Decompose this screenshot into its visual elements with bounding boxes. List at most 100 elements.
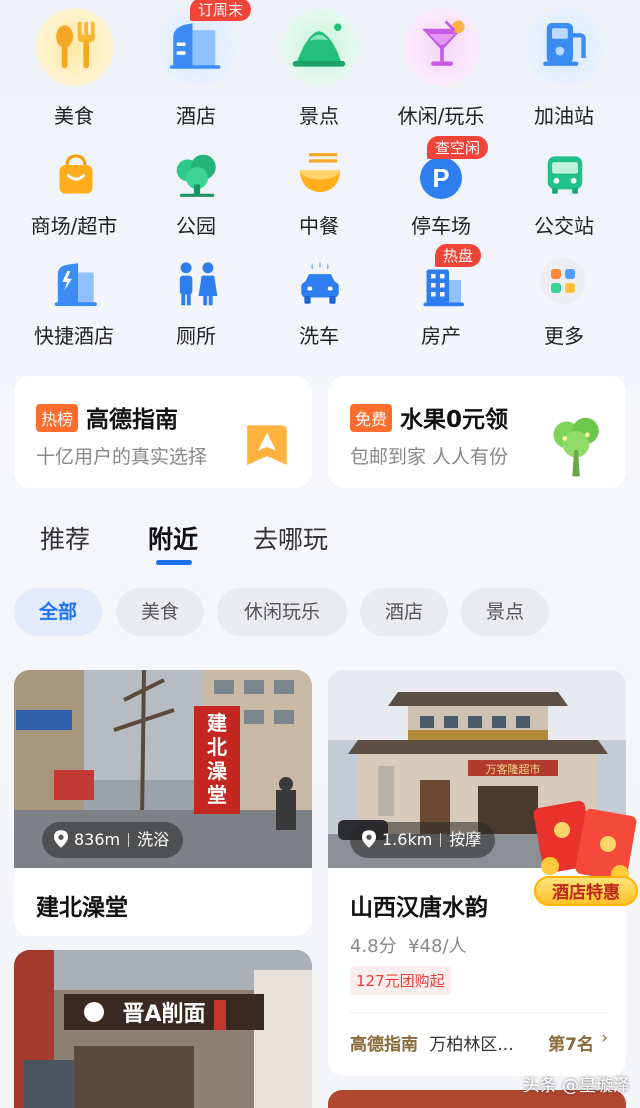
rank-row[interactable]: 高德指南 万柏林区... 第7名 › — [350, 1028, 608, 1055]
rank-brand: 高德指南 — [350, 1035, 418, 1055]
poi-card-jianbei-bathhouse[interactable]: 建 北 澡 堂 836m 洗浴 建北澡堂 — [14, 670, 312, 936]
shortcut-mall[interactable]: 商场/超市 — [10, 140, 138, 250]
shortcut-label: 洗车 — [299, 324, 339, 348]
budget-hotel-icon — [54, 263, 97, 307]
shortcut-car-wash[interactable]: 洗车 — [255, 250, 383, 360]
promo-subtitle: 包邮到家 人人有份 — [350, 446, 509, 468]
scenic-icon — [292, 23, 346, 67]
watermark: 头条 @皇璇泽 — [522, 1076, 630, 1096]
shortcut-label: 公交站 — [534, 214, 594, 238]
active-tab-indicator — [156, 560, 192, 565]
shortcut-budget-hotel[interactable]: 快捷酒店 — [10, 250, 138, 360]
shortcut-label: 加油站 — [534, 104, 594, 128]
gas-station-icon — [543, 23, 586, 66]
shortcut-label: 中餐 — [299, 214, 339, 238]
shopping-bag-icon — [59, 154, 93, 194]
promo-title: 高德指南 — [86, 407, 178, 433]
store-sign-text: 万客隆超市 — [486, 762, 541, 776]
shortcut-scenic[interactable]: 景点 — [255, 0, 383, 128]
promo-card-amap-guide[interactable]: 热榜 高德指南 十亿用户的真实选择 — [14, 376, 312, 488]
more-grid-icon — [540, 258, 586, 304]
shortcut-parking[interactable]: P 查空闲 停车场 — [377, 136, 505, 250]
promo-subtitle: 十亿用户的真实选择 — [36, 446, 208, 468]
shortcut-leisure[interactable]: 休闲/玩乐 — [377, 0, 505, 128]
promo-title: 水果0元领 — [400, 407, 509, 433]
chip-leisure[interactable]: 休闲玩乐 — [217, 588, 347, 636]
distance-value: 1.6km — [382, 830, 433, 849]
chevron-right-icon: › — [601, 1028, 608, 1048]
tab-recommended[interactable]: 推荐 — [40, 520, 90, 556]
restroom-icon — [179, 262, 218, 306]
group-deal-tag: 127元团购起 — [350, 966, 451, 995]
shortcut-label: 美食 — [54, 104, 94, 128]
rank-list-name: 万柏林区... — [429, 1035, 514, 1055]
shortcut-gas-station[interactable]: 加油站 — [500, 0, 628, 128]
shortcut-real-estate[interactable]: 热盘 房产 — [377, 244, 505, 360]
car-wash-icon — [301, 261, 339, 304]
free-badge: 免费 — [350, 404, 393, 432]
shortcut-label: 景点 — [299, 104, 339, 128]
fruit-tree-icon — [553, 417, 599, 477]
location-pin-icon — [362, 830, 376, 848]
distance-pill: 1.6km 按摩 — [350, 822, 496, 858]
shortcut-more[interactable]: 更多 — [500, 250, 628, 360]
chip-hotel[interactable]: 酒店 — [360, 588, 448, 636]
tree-icon — [176, 154, 216, 197]
amap-guide-icon — [247, 425, 287, 465]
poi-name: 山西汉唐水韵 — [350, 895, 488, 921]
tab-where-to-go[interactable]: 去哪玩 — [253, 520, 328, 556]
shortcut-label: 休闲/玩乐 — [397, 104, 485, 128]
category-value: 洗浴 — [137, 830, 170, 849]
promo-tag: 热盘 — [435, 244, 482, 267]
poi-card-noodle-shop[interactable]: 晋A削面 — [14, 950, 312, 1108]
food-icon — [56, 21, 95, 69]
bus-icon — [547, 156, 583, 194]
distance-value: 836m — [74, 830, 121, 849]
location-pin-icon — [54, 830, 68, 848]
hotel-deal-floating-badge[interactable]: 酒店特惠 — [532, 800, 640, 910]
shortcut-food[interactable]: 美食 — [10, 0, 138, 128]
shortcut-label: 厕所 — [176, 324, 216, 348]
rank-position: 第7名 — [548, 1035, 594, 1055]
hot-list-badge: 热榜 — [36, 404, 79, 432]
shortcut-restroom[interactable]: 厕所 — [132, 250, 260, 360]
shortcut-label: 停车场 — [411, 214, 471, 238]
building-icon — [423, 269, 464, 307]
chip-all[interactable]: 全部 — [14, 588, 102, 636]
quick-access-grid: 美食 订周末 酒店 景点 休闲/玩乐 加油站 商场/超市 公园 中餐 P 查空闲… — [0, 0, 640, 360]
shortcut-label: 公园 — [176, 214, 216, 238]
parking-icon: P — [420, 157, 462, 199]
shortcut-label: 更多 — [544, 324, 584, 348]
shortcut-park[interactable]: 公园 — [132, 140, 260, 250]
shortcut-label: 房产 — [421, 324, 461, 348]
hotel-icon — [169, 23, 221, 69]
promo-card-free-fruit[interactable]: 免费 水果0元领 包邮到家 人人有份 — [328, 376, 626, 488]
svg-text:北: 北 — [207, 735, 227, 759]
chip-scenic[interactable]: 景点 — [461, 588, 549, 636]
rating-value: 4.8分 — [350, 936, 397, 957]
noodle-bowl-icon — [299, 153, 341, 193]
shortcut-label: 酒店 — [176, 104, 216, 128]
divider — [350, 1012, 608, 1013]
shortcut-label: 商场/超市 — [30, 214, 118, 238]
svg-text:建: 建 — [207, 711, 227, 735]
price-value: ¥48/人 — [408, 936, 467, 957]
poi-name: 建北澡堂 — [36, 895, 128, 921]
category-value: 按摩 — [449, 830, 482, 849]
chip-food[interactable]: 美食 — [116, 588, 204, 636]
poi-photo: 晋A削面 — [14, 950, 312, 1108]
shortcut-label: 快捷酒店 — [34, 324, 114, 348]
shortcut-bus-stop[interactable]: 公交站 — [500, 140, 628, 250]
hotel-deal-label: 酒店特惠 — [534, 876, 638, 906]
promo-tag: 订周末 — [190, 0, 252, 21]
tab-nearby[interactable]: 附近 — [148, 520, 198, 556]
poi-rating-price: 4.8分 ¥48/人 — [350, 932, 467, 958]
shortcut-hotel[interactable]: 订周末 酒店 — [132, 0, 260, 128]
svg-text:堂: 堂 — [207, 783, 227, 807]
promo-tag: 查空闲 — [427, 136, 489, 159]
shortcut-chinese-food[interactable]: 中餐 — [255, 140, 383, 250]
distance-pill: 836m 洗浴 — [42, 822, 184, 858]
cocktail-icon — [422, 20, 465, 66]
svg-text:P: P — [432, 165, 449, 193]
store-sign-text: 晋A削面 — [122, 1002, 205, 1027]
